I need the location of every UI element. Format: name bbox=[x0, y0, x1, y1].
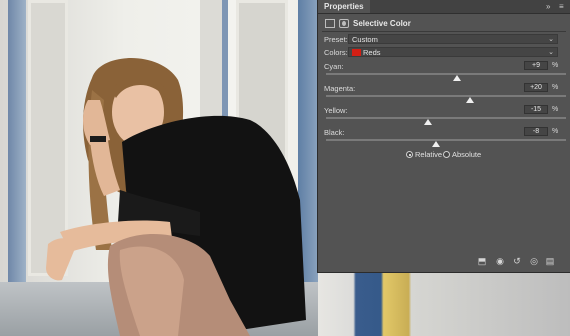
black-slider-track[interactable] bbox=[326, 139, 566, 141]
visibility-icon[interactable]: ◎ bbox=[528, 256, 540, 266]
mask-icon bbox=[339, 19, 349, 28]
chevron-down-icon: ⌄ bbox=[548, 36, 554, 43]
black-percent: % bbox=[552, 128, 559, 135]
woman-figure bbox=[46, 58, 306, 336]
yellow-slider-track[interactable] bbox=[326, 117, 566, 119]
reset-icon[interactable]: ↺ bbox=[511, 256, 523, 266]
chevron-down-icon: ⌄ bbox=[548, 49, 554, 56]
cyan-percent: % bbox=[552, 62, 559, 69]
yellow-slider-thumb[interactable] bbox=[424, 119, 432, 125]
color-swatch bbox=[352, 49, 361, 56]
magenta-slider-track[interactable] bbox=[326, 95, 566, 97]
magenta-value-field[interactable]: +20 bbox=[524, 83, 548, 92]
colors-value: Reds bbox=[363, 48, 381, 57]
black-value-field[interactable]: -8 bbox=[524, 127, 548, 136]
panel-tab-bar: Properties » ≡ bbox=[318, 0, 570, 14]
colors-label: Colors: bbox=[324, 48, 348, 57]
tab-properties[interactable]: Properties bbox=[318, 0, 370, 13]
yellow-value-field[interactable]: -15 bbox=[524, 105, 548, 114]
panel-menu-icon[interactable]: ≡ bbox=[559, 0, 564, 13]
properties-panel: Properties » ≡ Selective Color Preset: C… bbox=[317, 0, 570, 273]
preset-value: Custom bbox=[352, 35, 378, 44]
trash-icon[interactable]: ▤ bbox=[544, 256, 556, 266]
cyan-value-field[interactable]: +9 bbox=[524, 61, 548, 70]
yellow-label: Yellow: bbox=[324, 106, 348, 115]
magenta-label: Magenta: bbox=[324, 84, 356, 93]
view-previous-state-icon[interactable]: ◉ bbox=[494, 256, 506, 266]
panel-title: Selective Color bbox=[353, 19, 411, 28]
header-divider bbox=[322, 31, 566, 32]
relative-radio[interactable] bbox=[406, 151, 413, 158]
black-slider-thumb[interactable] bbox=[432, 141, 441, 147]
cyan-slider-track[interactable] bbox=[326, 73, 566, 75]
colors-dropdown[interactable]: Reds ⌄ bbox=[348, 47, 558, 57]
magenta-slider-thumb[interactable] bbox=[466, 97, 474, 103]
black-label: Black: bbox=[324, 128, 345, 137]
magenta-percent: % bbox=[552, 84, 559, 91]
preset-dropdown[interactable]: Custom ⌄ bbox=[348, 34, 558, 44]
clip-to-layer-icon[interactable]: ⬒ bbox=[476, 256, 488, 266]
preset-label: Preset: bbox=[324, 35, 348, 44]
absolute-radio[interactable] bbox=[443, 151, 450, 158]
cyan-label: Cyan: bbox=[324, 62, 344, 71]
photo-lower-strip bbox=[318, 272, 570, 336]
relative-label: Relative bbox=[415, 150, 443, 159]
cyan-slider-thumb[interactable] bbox=[452, 75, 461, 81]
absolute-label: Absolute bbox=[452, 150, 482, 159]
yellow-percent: % bbox=[552, 106, 559, 113]
panel-header: Selective Color bbox=[318, 17, 570, 31]
adjustment-layer-icon bbox=[325, 19, 335, 28]
collapse-panel-icon[interactable]: » bbox=[546, 0, 550, 13]
